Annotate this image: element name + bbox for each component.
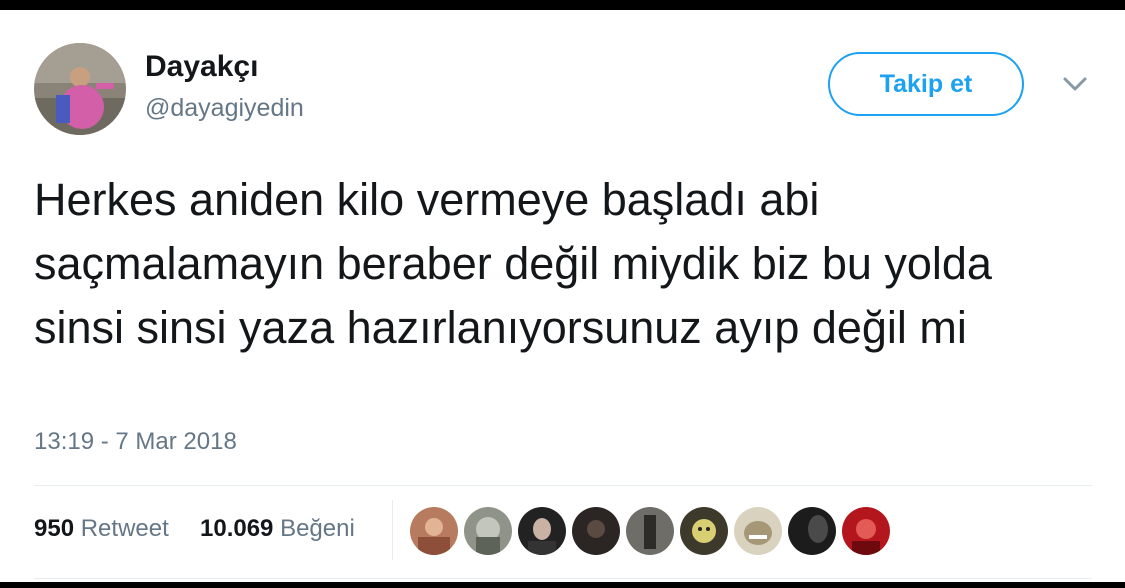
retweet-label: Retweet [80,515,169,542]
liker-avatar[interactable] [842,507,890,555]
chevron-down-icon[interactable] [1060,72,1090,96]
liker-avatar[interactable] [572,507,620,555]
liker-avatar[interactable] [626,507,674,555]
stats-vertical-divider [392,500,393,560]
liker-avatar[interactable] [464,507,512,555]
like-label: Beğeni [280,515,355,542]
retweet-stat[interactable]: 950 Retweet [34,515,169,543]
retweet-count: 950 [34,515,75,542]
stats-divider-bottom [34,578,1092,579]
liker-avatar[interactable] [410,507,458,555]
stats-divider-top [34,485,1092,486]
tweet-text: Herkes aniden kilo vermeye başladı abi s… [34,174,992,353]
liker-avatar[interactable] [518,507,566,555]
liker-avatar[interactable] [788,507,836,555]
like-stat[interactable]: 10.069 Beğeni [200,515,355,543]
follow-button[interactable]: Takip et [828,52,1024,116]
tweet-timestamp[interactable]: 13:19 - 7 Mar 2018 [34,428,237,456]
liker-avatar[interactable] [680,507,728,555]
author-handle[interactable]: @dayagiyedin [145,94,304,123]
liker-avatar[interactable] [734,507,782,555]
author-avatar[interactable] [34,43,126,135]
avatar-image [34,43,126,135]
tweet-card: Dayakçı @dayagiyedin Takip et Herkes ani… [0,10,1125,582]
like-count: 10.069 [200,515,274,542]
author-display-name[interactable]: Dayakçı [145,50,258,84]
